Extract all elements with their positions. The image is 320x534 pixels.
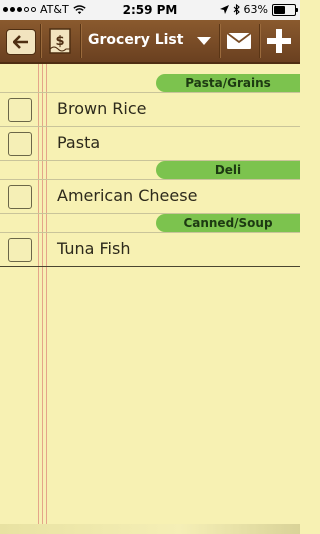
item-checkbox[interactable] xyxy=(8,132,32,156)
item-checkbox[interactable] xyxy=(8,238,32,262)
back-arrow-icon xyxy=(13,35,28,49)
toolbar-divider xyxy=(219,24,221,58)
list-item[interactable]: American Cheese xyxy=(0,179,300,213)
paper-curl xyxy=(0,524,300,534)
item-checkbox[interactable] xyxy=(8,185,32,209)
toolbar-divider xyxy=(40,24,42,58)
item-label: Tuna Fish xyxy=(57,239,131,258)
status-right: 63% xyxy=(219,3,298,16)
toolbar: $ Grocery List xyxy=(0,20,300,64)
back-button[interactable] xyxy=(6,29,36,55)
category-tag: Pasta/Grains xyxy=(156,74,300,92)
email-button[interactable] xyxy=(226,32,252,50)
list-item[interactable]: Pasta xyxy=(0,126,300,160)
location-icon xyxy=(219,5,229,14)
svg-text:$: $ xyxy=(55,34,64,49)
list-title[interactable]: Grocery List xyxy=(88,32,183,48)
toolbar-divider xyxy=(80,24,82,58)
dropdown-triangle-icon xyxy=(197,37,211,45)
status-bar: AT&T 2:59 PM 63% xyxy=(0,0,300,20)
envelope-icon xyxy=(226,32,252,49)
list-dropdown-button[interactable] xyxy=(195,33,213,49)
list-item[interactable]: Brown Rice xyxy=(0,92,300,126)
item-label: Pasta xyxy=(57,133,101,152)
list-settings-button[interactable]: $ xyxy=(48,27,72,55)
add-item-button[interactable] xyxy=(266,28,292,54)
item-label: American Cheese xyxy=(57,186,198,205)
item-checkbox[interactable] xyxy=(8,98,32,122)
category-tag: Deli xyxy=(156,161,300,179)
item-label: Brown Rice xyxy=(57,99,147,118)
battery-percent: 63% xyxy=(243,3,268,16)
price-list-icon: $ xyxy=(49,28,71,54)
battery-icon xyxy=(272,3,298,16)
list-item[interactable]: Tuna Fish xyxy=(0,232,300,266)
toolbar-divider xyxy=(259,24,261,58)
plus-icon xyxy=(267,29,291,53)
category-tag: Canned/Soup xyxy=(156,214,300,232)
list-paper: Pasta/Grains Brown Rice Pasta Deli Ameri… xyxy=(0,64,300,534)
list-end-line xyxy=(0,266,300,267)
bluetooth-icon xyxy=(233,4,240,15)
